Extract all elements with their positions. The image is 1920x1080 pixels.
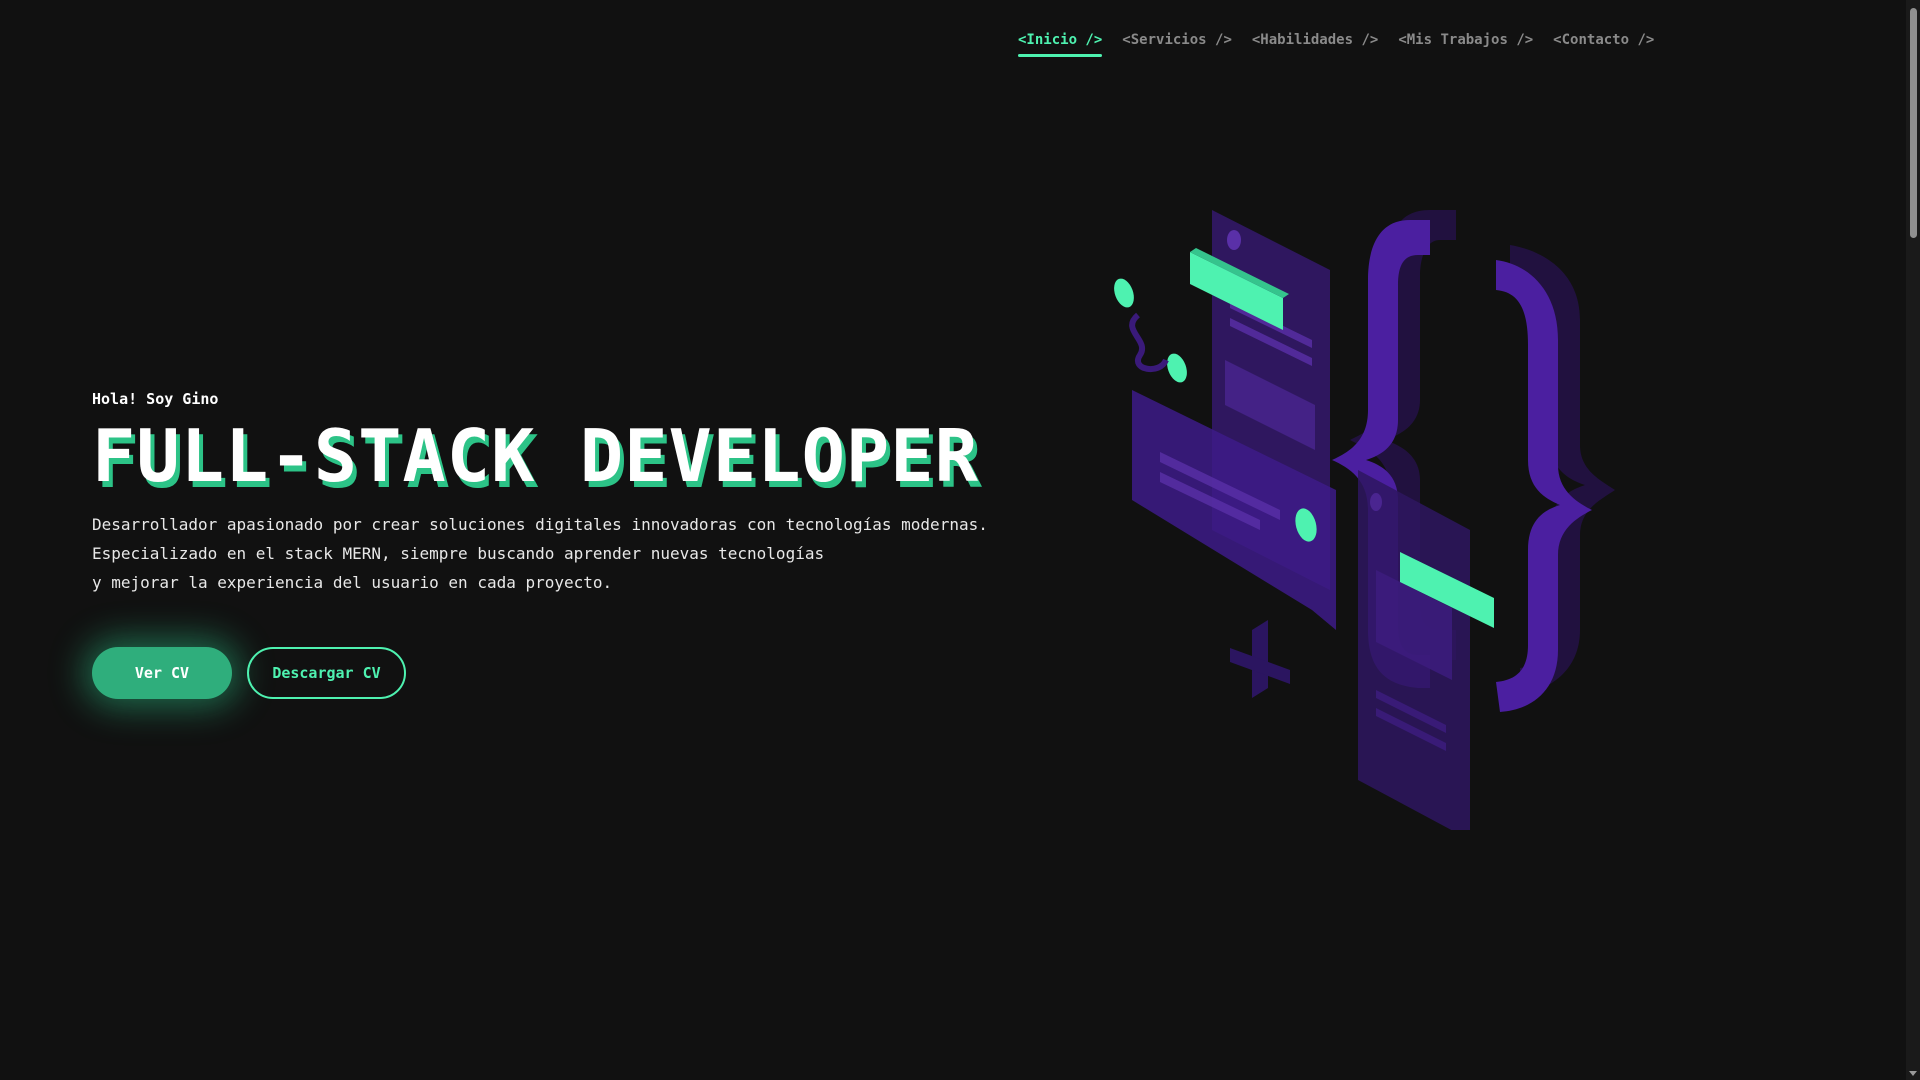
scrollbar-thumb[interactable] bbox=[1910, 8, 1917, 238]
code-braces-illustration bbox=[1100, 190, 1620, 840]
hero-description: Desarrollador apasionado por crear soluc… bbox=[92, 510, 1092, 597]
nav-item-servicios[interactable]: <Servicios /> bbox=[1122, 32, 1232, 57]
descargar-cv-button[interactable]: Descargar CV bbox=[247, 647, 406, 699]
hero-greeting: Hola! Soy Gino bbox=[92, 390, 219, 408]
hero-buttons: Ver CV Descargar CV bbox=[92, 647, 1092, 699]
code-braces-icon bbox=[1114, 210, 1615, 840]
nav-item-mis-trabajos[interactable]: <Mis Trabajos /> bbox=[1398, 32, 1533, 57]
ver-cv-button[interactable]: Ver CV bbox=[92, 647, 232, 699]
page: <Inicio /> <Servicios /> <Habilidades />… bbox=[0, 0, 1920, 1080]
nav-item-contacto[interactable]: <Contacto /> bbox=[1553, 32, 1654, 57]
hero-description-line-1: Desarrollador apasionado por crear soluc… bbox=[92, 515, 988, 534]
hero-description-line-3: y mejorar la experiencia del usuario en … bbox=[92, 573, 613, 592]
hero-title-wrap: FULL-STACK DEVELOPER FULL-STACK DEVELOPE… bbox=[92, 414, 1092, 502]
nav-item-inicio[interactable]: <Inicio /> bbox=[1018, 32, 1103, 57]
scroll-down-arrow-icon[interactable] bbox=[1909, 1071, 1917, 1076]
main-nav: <Inicio /> <Servicios /> <Habilidades />… bbox=[1018, 32, 1654, 57]
scrollbar[interactable] bbox=[1906, 0, 1920, 1080]
hero-description-line-2: Especializado en el stack MERN, siempre … bbox=[92, 544, 825, 563]
hero-title: FULL-STACK DEVELOPER bbox=[92, 414, 979, 498]
nav-item-habilidades[interactable]: <Habilidades /> bbox=[1252, 32, 1378, 57]
hero-section: Hola! Soy Gino FULL-STACK DEVELOPER FULL… bbox=[92, 390, 1092, 699]
